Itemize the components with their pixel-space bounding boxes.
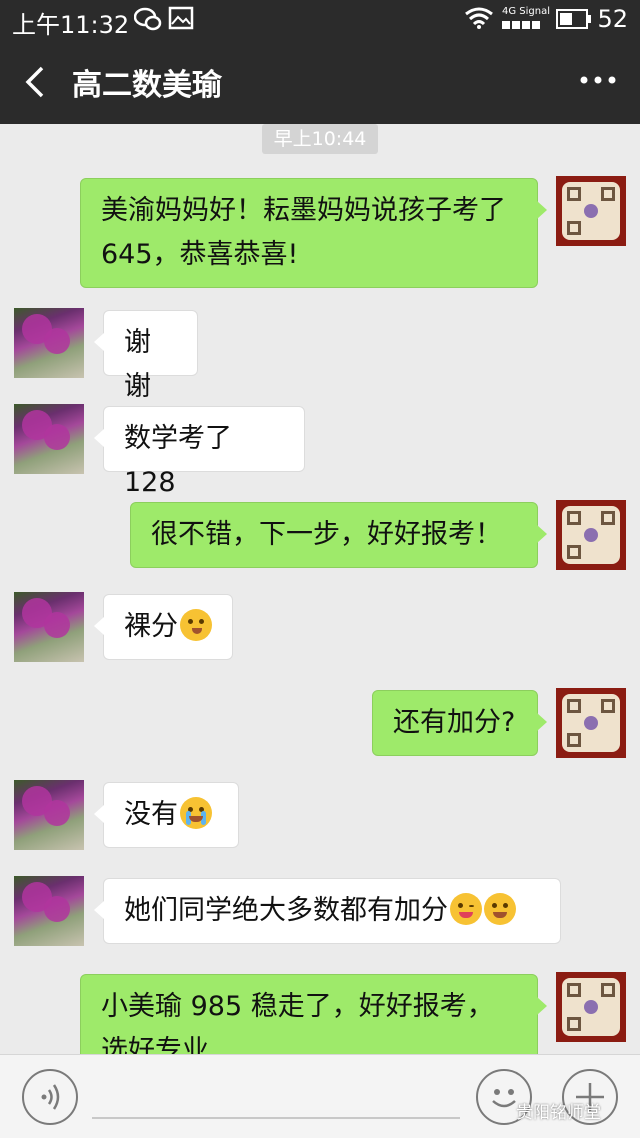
message-bubble-incoming[interactable]: 她们同学绝大多数都有加分 bbox=[94, 878, 561, 944]
avatar-contact[interactable] bbox=[14, 308, 84, 378]
message-timestamp: 早上10:44 bbox=[262, 124, 378, 154]
avatar-sender[interactable] bbox=[556, 688, 626, 758]
signal-icon bbox=[502, 21, 540, 29]
message-bubble-incoming[interactable]: 谢谢 bbox=[94, 310, 198, 402]
thinking-emoji-icon bbox=[180, 609, 212, 641]
message-bubble-incoming[interactable]: 裸分 bbox=[94, 594, 233, 660]
avatar-contact[interactable] bbox=[14, 592, 84, 662]
message-text: 小美瑜 985 稳走了，好好报考，选好专业 bbox=[101, 991, 494, 1054]
message-bubble-outgoing[interactable]: 美渝妈妈好！耘墨妈妈说孩子考了645，恭喜恭喜! bbox=[80, 178, 547, 288]
wink-tongue-emoji-icon bbox=[450, 893, 482, 925]
message-text: 裸分 bbox=[124, 611, 178, 642]
message-bubble-outgoing[interactable]: 小美瑜 985 稳走了，好好报考，选好专业 bbox=[80, 974, 547, 1054]
wechat-icon bbox=[134, 7, 162, 31]
message-input[interactable] bbox=[92, 1117, 460, 1119]
network-label: 4G Signal bbox=[502, 6, 551, 17]
battery-icon bbox=[556, 9, 591, 29]
message-text: 美渝妈妈好！耘墨妈妈说孩子考了645，恭喜恭喜! bbox=[101, 195, 506, 270]
more-dots-icon[interactable] bbox=[578, 74, 618, 86]
message-text: 很不错，下一步，好好报考！ bbox=[151, 519, 502, 550]
back-arrow-icon[interactable] bbox=[18, 62, 58, 102]
message-text: 谢谢 bbox=[124, 327, 151, 402]
laughing-tears-emoji-icon bbox=[484, 893, 516, 925]
avatar-sender[interactable] bbox=[556, 176, 626, 246]
message-text: 她们同学绝大多数都有加分 bbox=[124, 895, 448, 926]
input-bar bbox=[0, 1054, 640, 1138]
message-text: 还有加分? bbox=[393, 707, 516, 738]
chat-title: 高二数美瑜 bbox=[72, 68, 222, 103]
avatar-contact[interactable] bbox=[14, 404, 84, 474]
status-bar: 上午11:32 4G Signal 52 bbox=[0, 0, 640, 39]
message-bubble-outgoing[interactable]: 还有加分? bbox=[372, 690, 547, 756]
wifi-icon bbox=[465, 7, 493, 29]
message-text: 数学考了 128 bbox=[124, 423, 232, 498]
avatar-sender[interactable] bbox=[556, 972, 626, 1042]
message-bubble-incoming[interactable]: 数学考了 128 bbox=[94, 406, 305, 498]
status-time: 上午11:32 bbox=[12, 11, 130, 39]
avatar-sender[interactable] bbox=[556, 500, 626, 570]
crying-emoji-icon bbox=[180, 797, 212, 829]
chat-header: 高二数美瑜 bbox=[0, 38, 640, 124]
message-bubble-outgoing[interactable]: 很不错，下一步，好好报考！ bbox=[130, 502, 547, 568]
watermark: 贵阳铭师堂 bbox=[516, 1103, 601, 1123]
battery-percent: 52 bbox=[597, 5, 628, 33]
chat-area[interactable]: 早上10:44 美渝妈妈好！耘墨妈妈说孩子考了645，恭喜恭喜! 谢谢 数学考了… bbox=[0, 124, 640, 1054]
image-icon bbox=[168, 6, 194, 30]
message-bubble-incoming[interactable]: 没有 bbox=[94, 782, 239, 848]
avatar-contact[interactable] bbox=[14, 780, 84, 850]
voice-icon[interactable] bbox=[22, 1069, 78, 1125]
avatar-contact[interactable] bbox=[14, 876, 84, 946]
message-text: 没有 bbox=[124, 799, 178, 830]
